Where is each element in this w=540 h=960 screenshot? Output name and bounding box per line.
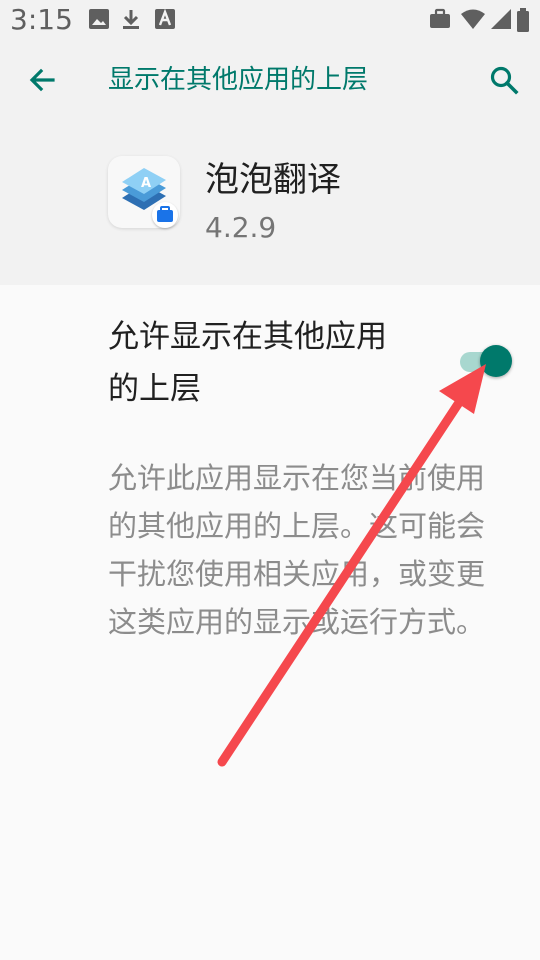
work-profile-badge [152, 202, 178, 228]
status-bar: 3:15 [0, 0, 540, 40]
a-box-icon [154, 8, 176, 34]
app-header: A 泡泡翻译 4.2.9 [0, 120, 540, 285]
search-button[interactable] [482, 58, 526, 102]
status-time: 3:15 [10, 3, 73, 36]
app-bar: 显示在其他应用的上层 [0, 40, 540, 120]
download-icon [120, 8, 142, 34]
arrow-left-icon [29, 68, 55, 92]
setting-title: 允许显示在其他应用的上层 [108, 319, 387, 407]
app-name: 泡泡翻译 [205, 160, 341, 200]
page-title: 显示在其他应用的上层 [108, 65, 369, 95]
overlay-permission-row[interactable]: 允许显示在其他应用的上层 [0, 285, 540, 425]
back-button[interactable] [20, 58, 64, 102]
briefcase-icon [428, 8, 452, 34]
briefcase-badge-icon [157, 206, 173, 222]
overlay-permission-toggle[interactable] [458, 345, 514, 377]
app-version: 4.2.9 [205, 211, 277, 244]
signal-icon [490, 8, 512, 34]
wifi-icon [460, 8, 486, 34]
svg-text:A: A [141, 176, 151, 191]
toggle-thumb [480, 345, 512, 377]
battery-icon [516, 8, 530, 36]
image-icon [88, 8, 110, 34]
search-icon [490, 66, 519, 95]
setting-description: 允许此应用显示在您当前使用的其他应用的上层。这可能会干扰您使用相关应用，或变更这… [108, 461, 486, 639]
